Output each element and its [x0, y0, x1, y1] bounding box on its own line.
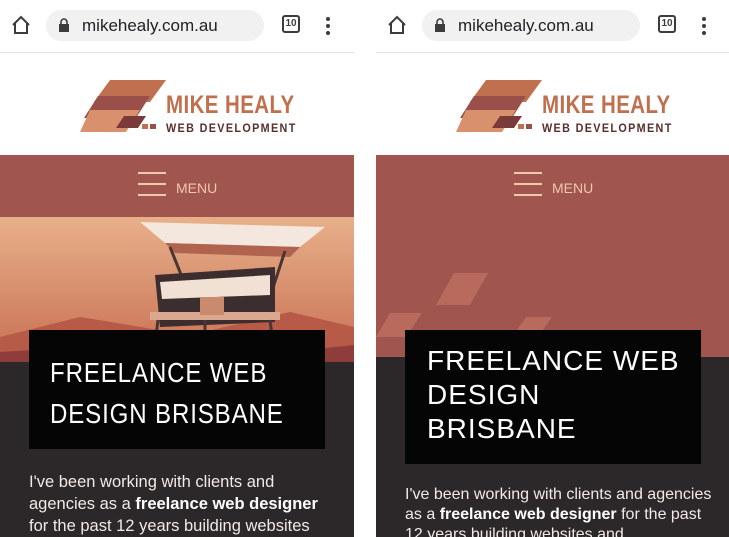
phone-screenshot-left: mikehealy.com.au 10 MIKE HEALY WEB DEVEL…: [0, 0, 354, 537]
tab-count-icon[interactable]: 10: [282, 15, 300, 33]
hero-title-line1: FREELANCE WEB: [427, 345, 680, 376]
hero-title-line2: DESIGN: [427, 379, 541, 410]
hamburger-icon[interactable]: [138, 172, 166, 198]
hero-title-line2: DESIGN BRISBANE: [50, 398, 284, 429]
logo-mark[interactable]: [80, 80, 166, 136]
home-icon[interactable]: [10, 14, 32, 36]
intro-bold-link: freelance web designer: [439, 506, 617, 523]
url-field[interactable]: mikehealy.com.au: [46, 10, 264, 41]
more-menu-icon[interactable]: [694, 15, 714, 37]
hero-title-box: FREELANCE WEB DESIGN BRISBANE: [405, 330, 701, 464]
url-text: mikehealy.com.au: [458, 16, 594, 35]
url-field[interactable]: mikehealy.com.au: [422, 10, 640, 41]
url-text: mikehealy.com.au: [82, 16, 218, 35]
hamburger-icon[interactable]: [514, 172, 542, 198]
hero-title: FREELANCE WEB DESIGN BRISBANE: [427, 344, 680, 446]
browser-address-bar: mikehealy.com.au 10: [376, 0, 729, 53]
nav-bar: MENU: [376, 155, 729, 217]
logo-tagline: WEB DEVELOPMENT: [542, 121, 673, 135]
hero-title: FREELANCE WEB DESIGN BRISBANE: [50, 352, 284, 434]
more-menu-icon[interactable]: [318, 15, 338, 37]
menu-button-label[interactable]: MENU: [552, 180, 593, 196]
logo-mark[interactable]: [456, 80, 542, 136]
intro-paragraph: I've been working with clients and agenc…: [405, 485, 715, 537]
intro-text-2: for the past 12 years building websites: [29, 517, 310, 535]
hero-title-box: FREELANCE WEB DESIGN BRISBANE: [29, 330, 325, 449]
logo-name: MIKE HEALY: [542, 91, 671, 119]
hero-section: FREELANCE WEB DESIGN BRISBANE I've been …: [0, 217, 354, 537]
intro-paragraph: I've been working with clients and agenc…: [29, 471, 339, 537]
lock-icon: [435, 18, 445, 32]
logo-tagline: WEB DEVELOPMENT: [166, 121, 297, 135]
lock-icon: [59, 18, 69, 32]
menu-button-label[interactable]: MENU: [176, 180, 217, 196]
intro-bold-link: freelance web designer: [135, 495, 318, 513]
home-icon[interactable]: [386, 14, 408, 36]
nav-bar: MENU: [0, 155, 354, 217]
hero-title-line3: BRISBANE: [427, 413, 577, 444]
hero-title-line1: FREELANCE WEB: [50, 357, 268, 388]
site-header: MIKE HEALY WEB DEVELOPMENT: [376, 53, 729, 155]
tab-count-icon[interactable]: 10: [658, 15, 676, 33]
browser-address-bar: mikehealy.com.au 10: [0, 0, 354, 53]
site-header: MIKE HEALY WEB DEVELOPMENT: [0, 53, 354, 155]
logo-name: MIKE HEALY: [166, 91, 295, 119]
hero-section: FREELANCE WEB DESIGN BRISBANE I've been …: [376, 217, 729, 537]
phone-screenshot-right: mikehealy.com.au 10 MIKE HEALY WEB DEVEL…: [376, 0, 729, 537]
